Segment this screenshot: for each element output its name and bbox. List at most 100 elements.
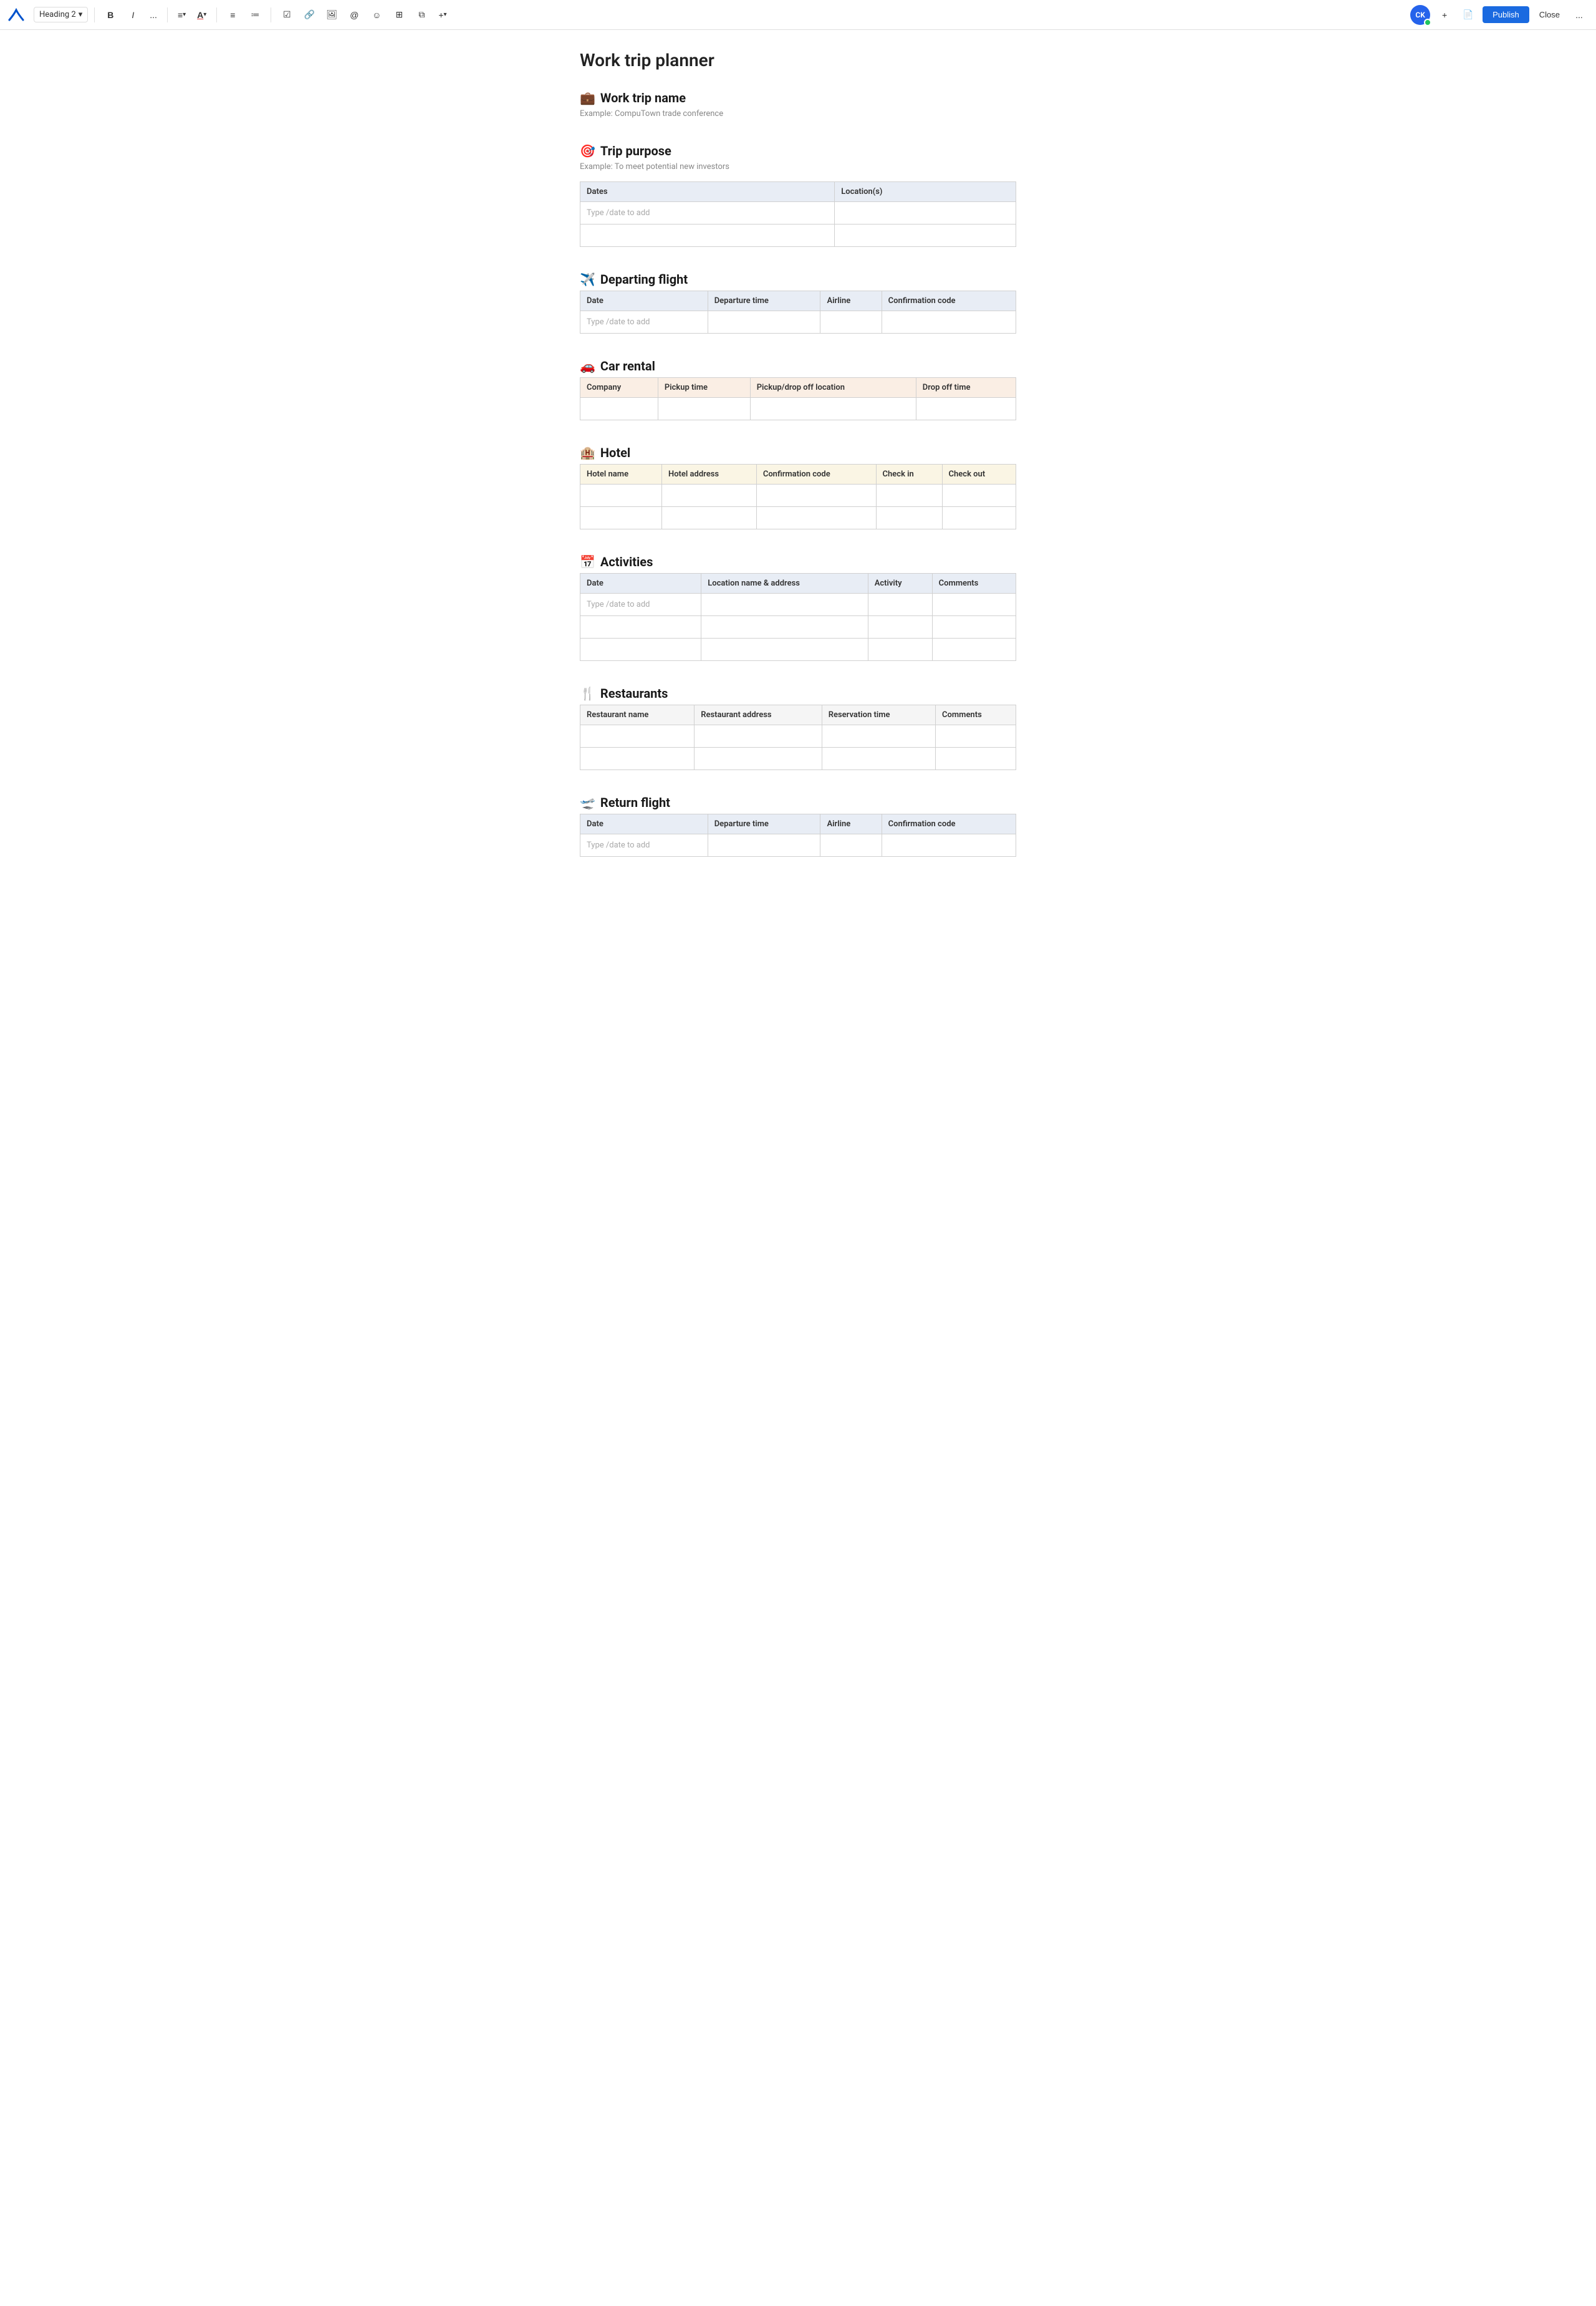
check-out-cell[interactable] — [942, 485, 1016, 507]
restaurant-address-cell-1[interactable] — [695, 725, 822, 748]
location-name-cell-3[interactable] — [701, 639, 868, 661]
activity-cell-3[interactable] — [868, 639, 932, 661]
work-trip-name-subtext: Example: CompuTown trade conference — [580, 109, 1016, 118]
table-row — [580, 224, 1016, 247]
align-button[interactable]: ≡ ▾ — [174, 6, 190, 24]
task-button[interactable]: ☑ — [277, 6, 296, 24]
act-date-cell-1[interactable]: Type /date to add — [580, 594, 701, 616]
check-in-cell[interactable] — [876, 485, 942, 507]
company-cell[interactable] — [580, 398, 658, 420]
bold-button[interactable]: B — [101, 6, 120, 24]
mention-button[interactable]: @ — [345, 6, 363, 24]
confirmation-code-cell-2[interactable] — [756, 507, 876, 529]
rest-comments-cell-2[interactable] — [936, 748, 1016, 770]
divider-2 — [167, 7, 168, 22]
rest-comments-cell-1[interactable] — [936, 725, 1016, 748]
dates-cell-2[interactable] — [580, 224, 835, 247]
col-dropoff-time: Drop off time — [916, 378, 1016, 398]
restaurant-address-cell-2[interactable] — [695, 748, 822, 770]
locations-cell-1[interactable] — [835, 202, 1016, 224]
hotel-name-cell-2[interactable] — [580, 507, 662, 529]
layout-button[interactable]: ⧉ — [412, 6, 431, 24]
trip-dates-table: Dates Location(s) Type /date to add — [580, 181, 1016, 247]
col-hotel-address: Hotel address — [662, 465, 757, 485]
col-confirmation-code: Confirmation code — [756, 465, 876, 485]
reservation-time-cell-1[interactable] — [822, 725, 935, 748]
bullet-list-button[interactable]: ≡ — [223, 6, 242, 24]
heading-style-select[interactable]: Heading 2 ▾ — [34, 7, 88, 22]
section-heading-work-trip-name: 💼 Work trip name — [580, 90, 1016, 105]
departing-flight-table: Date Departure time Airline Confirmation… — [580, 291, 1016, 334]
image-button[interactable]: 🖼 — [322, 6, 341, 24]
location-name-cell-1[interactable] — [701, 594, 868, 616]
numbered-list-button[interactable]: ≔ — [246, 6, 264, 24]
app-logo[interactable] — [7, 6, 25, 24]
fork-icon: 🍴 — [580, 686, 595, 701]
airline-cell[interactable] — [820, 311, 882, 334]
restaurant-name-cell-1[interactable] — [580, 725, 695, 748]
act-date-cell-3[interactable] — [580, 639, 701, 661]
text-color-button[interactable]: A ▾ — [193, 6, 210, 24]
section-heading-car-rental: 🚗 Car rental — [580, 359, 1016, 374]
section-heading-restaurants: 🍴 Restaurants — [580, 686, 1016, 701]
dates-cell-1[interactable]: Type /date to add — [580, 202, 835, 224]
close-button[interactable]: Close — [1534, 7, 1565, 22]
hotel-address-cell-2[interactable] — [662, 507, 757, 529]
add-user-button[interactable]: + — [1435, 6, 1454, 24]
overflow-menu-button[interactable]: ... — [1570, 6, 1589, 24]
activity-cell-2[interactable] — [868, 616, 932, 639]
pickup-time-cell[interactable] — [658, 398, 750, 420]
location-name-cell-2[interactable] — [701, 616, 868, 639]
table-row — [580, 616, 1016, 639]
ret-confirmation-cell[interactable] — [882, 834, 1016, 857]
hotel-name-cell[interactable] — [580, 485, 662, 507]
section-return-flight: 🛫 Return flight Date Departure time Airl… — [580, 795, 1016, 857]
dropoff-time-cell[interactable] — [916, 398, 1016, 420]
ret-date-cell[interactable]: Type /date to add — [580, 834, 708, 857]
link-button[interactable]: 🔗 — [300, 6, 319, 24]
avatar[interactable]: CK — [1410, 5, 1430, 25]
comments-cell-2[interactable] — [932, 616, 1016, 639]
plane-icon: ✈️ — [580, 272, 595, 287]
comments-cell-3[interactable] — [932, 639, 1016, 661]
restaurant-name-cell-2[interactable] — [580, 748, 695, 770]
ret-departure-time-cell[interactable] — [708, 834, 820, 857]
section-heading-activities: 📅 Activities — [580, 554, 1016, 569]
table-button[interactable]: ⊞ — [390, 6, 408, 24]
restaurants-table: Restaurant name Restaurant address Reser… — [580, 705, 1016, 770]
act-date-cell-2[interactable] — [580, 616, 701, 639]
ret-airline-cell[interactable] — [820, 834, 882, 857]
locations-cell-2[interactable] — [835, 224, 1016, 247]
pickup-location-cell[interactable] — [750, 398, 916, 420]
col-pickup-location: Pickup/drop off location — [750, 378, 916, 398]
confirmation-code-cell[interactable] — [756, 485, 876, 507]
hotel-address-cell[interactable] — [662, 485, 757, 507]
col-company: Company — [580, 378, 658, 398]
template-button[interactable]: 📄 — [1459, 6, 1478, 24]
col-locations: Location(s) — [835, 182, 1016, 202]
table-row: Type /date to add — [580, 311, 1016, 334]
hotel-table: Hotel name Hotel address Confirmation co… — [580, 464, 1016, 529]
col-act-date: Date — [580, 574, 701, 594]
departure-time-cell[interactable] — [708, 311, 820, 334]
comments-cell-1[interactable] — [932, 594, 1016, 616]
activity-cell-1[interactable] — [868, 594, 932, 616]
target-icon: 🎯 — [580, 143, 595, 158]
emoji-button[interactable]: ☺ — [367, 6, 386, 24]
table-row: Type /date to add — [580, 834, 1016, 857]
table-row: Type /date to add — [580, 594, 1016, 616]
section-heading-hotel: 🏨 Hotel — [580, 445, 1016, 460]
table-row — [580, 485, 1016, 507]
chevron-down-icon: ▾ — [444, 11, 447, 18]
confirmation-cell[interactable] — [882, 311, 1016, 334]
italic-button[interactable]: I — [123, 6, 142, 24]
table-row — [580, 507, 1016, 529]
more-formatting-button[interactable]: ... — [146, 6, 161, 24]
date-cell[interactable]: Type /date to add — [580, 311, 708, 334]
check-in-cell-2[interactable] — [876, 507, 942, 529]
reservation-time-cell-2[interactable] — [822, 748, 935, 770]
document-title[interactable]: Work trip planner — [580, 50, 1016, 70]
publish-button[interactable]: Publish — [1483, 6, 1529, 23]
insert-more-button[interactable]: + ▾ — [435, 6, 450, 24]
check-out-cell-2[interactable] — [942, 507, 1016, 529]
